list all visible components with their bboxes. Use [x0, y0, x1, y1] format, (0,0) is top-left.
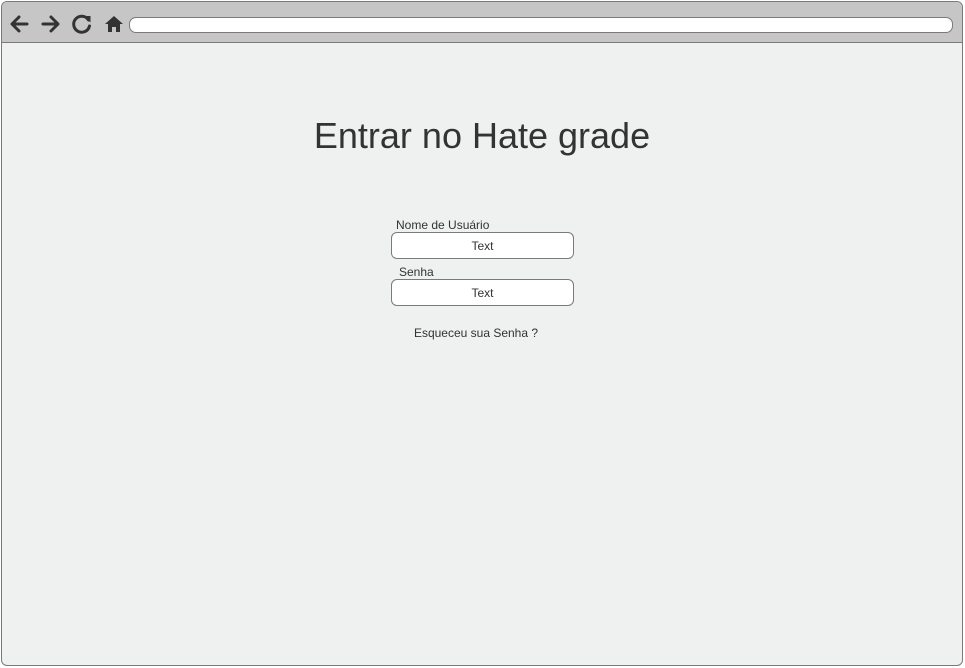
arrow-right-icon	[41, 15, 60, 33]
password-field-text: Text	[471, 285, 494, 300]
username-field-text: Text	[471, 238, 494, 253]
home-button[interactable]	[102, 12, 126, 36]
arrow-left-icon	[10, 15, 29, 33]
reload-button[interactable]	[70, 12, 94, 36]
forgot-password-link[interactable]: Esqueceu sua Senha ?	[391, 326, 561, 340]
forward-button[interactable]	[39, 12, 63, 36]
back-button[interactable]	[7, 12, 31, 36]
username-label: Nome de Usuário	[396, 218, 490, 232]
password-field[interactable]: Text	[391, 279, 574, 306]
home-icon	[105, 16, 123, 32]
browser-toolbar	[2, 2, 962, 43]
reload-icon	[72, 14, 91, 34]
username-field[interactable]: Text	[391, 232, 574, 259]
page-title: Entrar no Hate grade	[313, 115, 651, 156]
address-bar[interactable]	[129, 17, 953, 33]
password-label: Senha	[399, 265, 434, 279]
browser-window: Entrar no Hate grade Nome de Usuário Tex…	[1, 1, 963, 666]
